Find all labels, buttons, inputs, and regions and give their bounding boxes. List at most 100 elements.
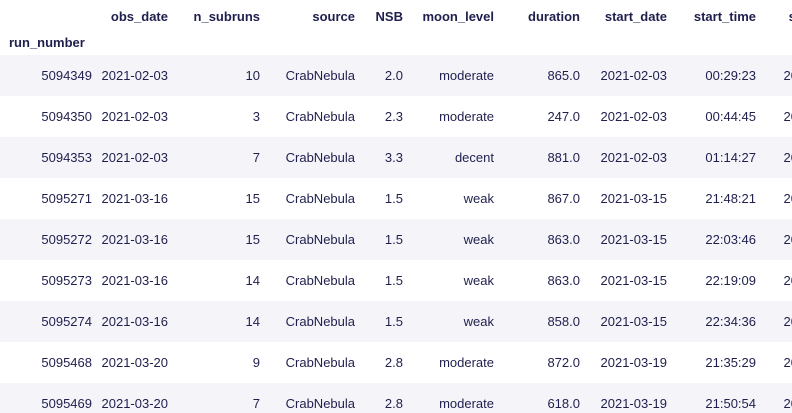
table-row: 5094349 2021-02-03 10 CrabNebula 2.0 moderate… (0, 55, 792, 96)
row-index-cell: 5095272 (41, 231, 92, 247)
cell-duration: 872.0 (547, 354, 580, 370)
cell-source: CrabNebula (285, 313, 355, 329)
cell-start-date: 2021-02-03 (600, 109, 668, 124)
row-index-cell: 5095274 (41, 313, 92, 329)
cell-source: CrabNebula (285, 231, 355, 247)
cell-start-time: 01:14:27 (705, 149, 756, 165)
row-index-cell: 5095273 (41, 272, 92, 288)
cell-obs-date: 2021-03-16 (101, 232, 169, 247)
cell-start-date: 2021-03-15 (600, 314, 668, 329)
cell-n-subruns: 3 (252, 108, 260, 124)
cell-n-subruns: 10 (245, 67, 260, 83)
cell-moon-level: moderate (439, 67, 494, 83)
cell-source: CrabNebula (285, 149, 355, 165)
cell-NSB: 1.5 (384, 272, 403, 288)
table-row: 5094350 2021-02-03 3 CrabNebula 2.3 moderate 2… (0, 96, 792, 137)
cell-source: CrabNebula (285, 190, 355, 206)
row-index-cell: 5094349 (41, 67, 92, 83)
cell-start-time: 21:35:29 (705, 354, 756, 370)
row-index-cell: 5095271 (41, 190, 92, 206)
cell-n-subruns: 14 (245, 272, 260, 288)
column-header: NSB (359, 0, 407, 33)
cell-duration: 247.0 (547, 108, 580, 124)
cell-NSB: 2.8 (384, 395, 403, 411)
cell-NSB: 3.3 (384, 149, 403, 165)
cell-start-time: 00:44:45 (705, 108, 756, 124)
cell-obs-date: 2021-03-16 (101, 273, 169, 288)
cell-n-subruns: 15 (245, 190, 260, 206)
cell-NSB: 1.5 (384, 313, 403, 329)
dataframe-view: obs_date n_subruns source NSB moon_level… (0, 0, 792, 413)
cell-obs-date: 2021-03-16 (101, 314, 169, 329)
cell-duration: 867.0 (547, 190, 580, 206)
cell-moon-level: moderate (439, 108, 494, 124)
index-header-row: run_number (0, 33, 792, 55)
runs-table: obs_date n_subruns source NSB moon_level… (0, 0, 792, 413)
cell-stop-date: 2021-03-15 (783, 232, 792, 247)
cell-source: CrabNebula (285, 108, 355, 124)
cell-start-time: 00:29:23 (705, 67, 756, 83)
table-row: 5094353 2021-02-03 7 CrabNebula 3.3 decent 881… (0, 137, 792, 178)
column-header: duration (498, 0, 584, 33)
cell-start-date: 2021-03-19 (600, 396, 668, 411)
cell-duration: 863.0 (547, 272, 580, 288)
table-row: 5095468 2021-03-20 9 CrabNebula 2.8 moderate 8… (0, 342, 792, 383)
cell-stop-date: 2021-03-15 (783, 191, 792, 206)
row-index-cell: 5095468 (41, 354, 92, 370)
cell-stop-date: 2021-03-19 (783, 355, 792, 370)
cell-start-date: 2021-03-15 (600, 232, 668, 247)
cell-stop-date: 2021-03-19 (783, 396, 792, 411)
cell-n-subruns: 14 (245, 313, 260, 329)
table-row: 5095272 2021-03-16 15 CrabNebula 1.5 weak 863.… (0, 219, 792, 260)
table-body: 5094349 2021-02-03 10 CrabNebula 2.0 moderate… (0, 55, 792, 413)
row-index-cell: 5095469 (41, 395, 92, 411)
cell-obs-date: 2021-03-20 (101, 355, 169, 370)
cell-moon-level: weak (463, 272, 494, 288)
column-header-row: obs_date n_subruns source NSB moon_level… (0, 0, 792, 33)
column-header: stop_date (760, 0, 792, 33)
index-header-blank (0, 0, 96, 33)
cell-n-subruns: 15 (245, 231, 260, 247)
table-row: 5095273 2021-03-16 14 CrabNebula 1.5 weak 863.… (0, 260, 792, 301)
column-header: n_subruns (172, 0, 264, 33)
cell-moon-level: weak (463, 313, 494, 329)
cell-moon-level: decent (454, 149, 494, 165)
cell-start-date: 2021-02-03 (600, 150, 668, 165)
cell-stop-date: 2021-02-03 (783, 150, 792, 165)
cell-duration: 881.0 (547, 149, 580, 165)
table-header: obs_date n_subruns source NSB moon_level… (0, 0, 792, 55)
cell-start-date: 2021-03-15 (600, 273, 668, 288)
cell-NSB: 2.3 (384, 108, 403, 124)
column-header: start_time (671, 0, 760, 33)
cell-obs-date: 2021-03-16 (101, 191, 169, 206)
cell-moon-level: weak (463, 231, 494, 247)
column-header: obs_date (96, 0, 172, 33)
table-row: 5095274 2021-03-16 14 CrabNebula 1.5 weak 858.… (0, 301, 792, 342)
cell-stop-date: 2021-02-03 (783, 109, 792, 124)
cell-start-time: 22:03:46 (705, 231, 756, 247)
cell-start-time: 22:34:36 (705, 313, 756, 329)
cell-NSB: 1.5 (384, 190, 403, 206)
cell-moon-level: moderate (439, 354, 494, 370)
cell-start-date: 2021-03-15 (600, 191, 668, 206)
cell-NSB: 2.8 (384, 354, 403, 370)
cell-start-time: 21:50:54 (705, 395, 756, 411)
cell-n-subruns: 7 (252, 149, 260, 165)
cell-duration: 618.0 (547, 395, 580, 411)
column-header: moon_level (407, 0, 498, 33)
cell-moon-level: moderate (439, 395, 494, 411)
table-row: 5095271 2021-03-16 15 CrabNebula 1.5 weak 867.… (0, 178, 792, 219)
cell-stop-date: 2021-03-15 (783, 314, 792, 329)
cell-stop-date: 2021-03-15 (783, 273, 792, 288)
column-header: source (264, 0, 359, 33)
cell-n-subruns: 7 (252, 395, 260, 411)
cell-start-time: 22:19:09 (705, 272, 756, 288)
cell-duration: 858.0 (547, 313, 580, 329)
cell-moon-level: weak (463, 190, 494, 206)
cell-NSB: 1.5 (384, 231, 403, 247)
cell-start-date: 2021-02-03 (600, 68, 668, 83)
cell-obs-date: 2021-02-03 (101, 109, 169, 124)
cell-n-subruns: 9 (252, 354, 260, 370)
table-row: 5095469 2021-03-20 7 CrabNebula 2.8 moderate 6… (0, 383, 792, 413)
cell-stop-date: 2021-02-03 (783, 68, 792, 83)
